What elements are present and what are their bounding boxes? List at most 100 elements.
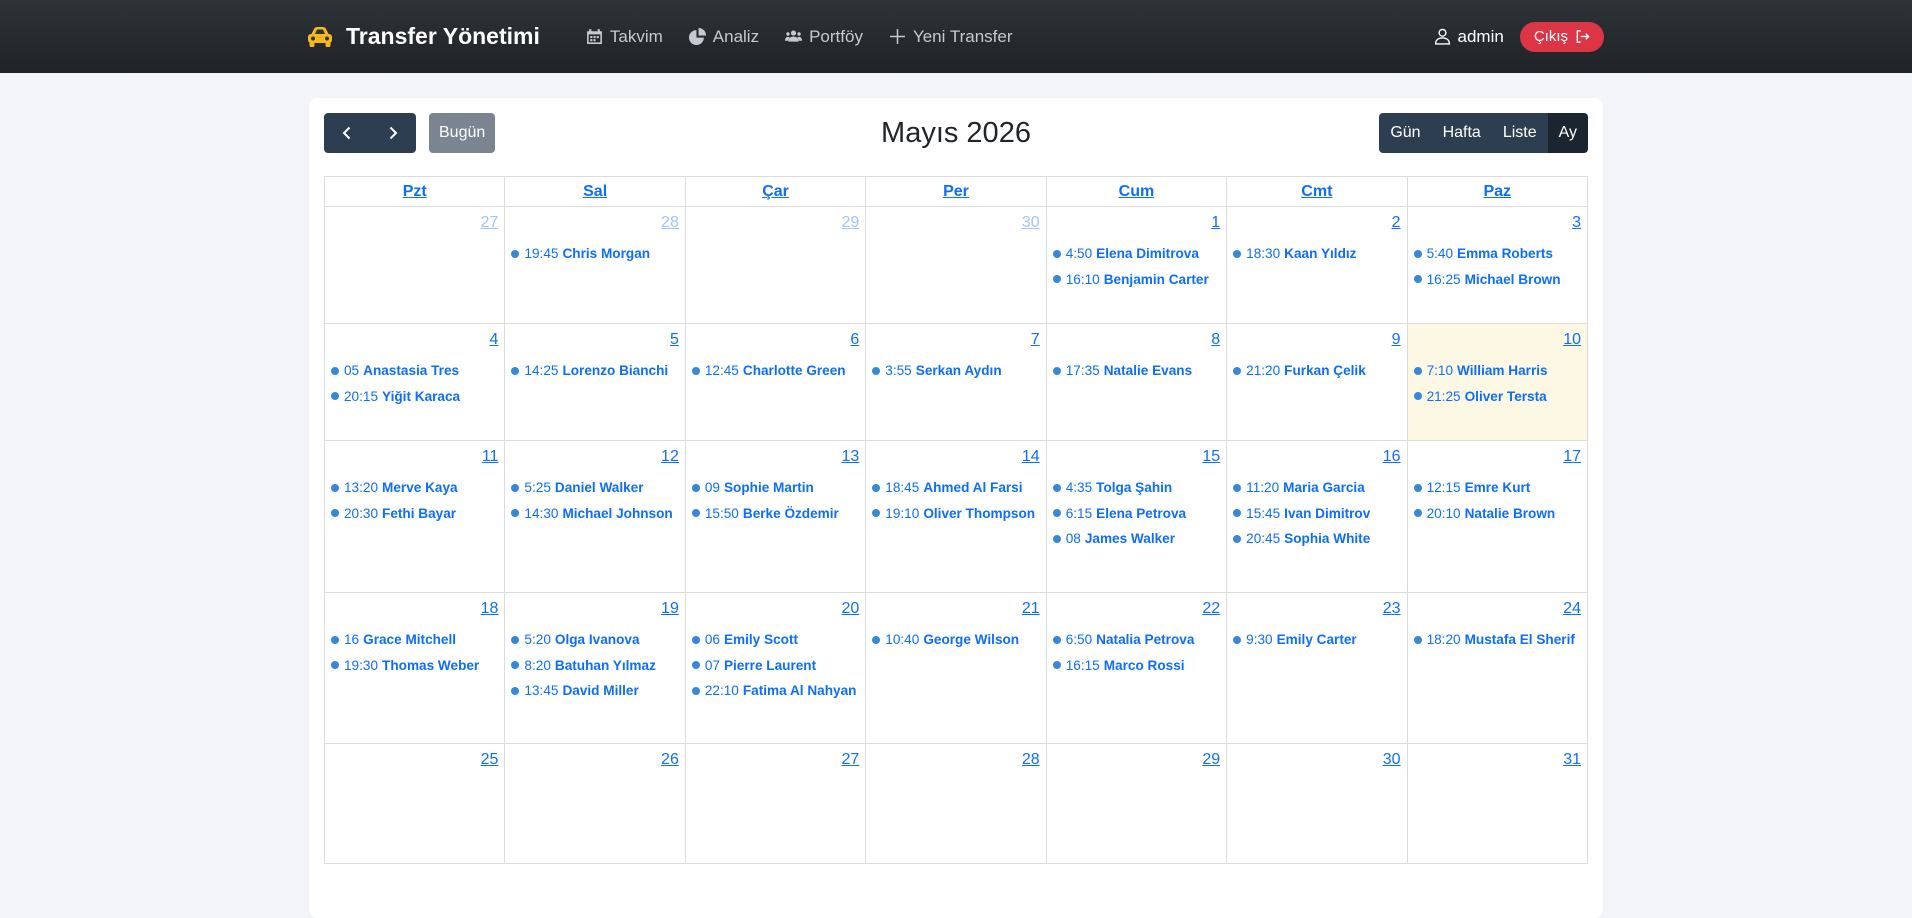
day-number[interactable]: 22 [1202, 600, 1220, 618]
day-cell[interactable]: 17 12:15 Emre Kurt 20:10 Natalie Brown [1407, 441, 1588, 593]
calendar-event[interactable]: 4:50 Elena Dimitrova [1047, 241, 1226, 267]
day-number[interactable]: 10 [1563, 331, 1581, 349]
day-cell[interactable]: 21 10:40 George Wilson [866, 593, 1047, 744]
day-cell[interactable]: 25 [325, 744, 506, 864]
calendar-event[interactable]: 21:20 Furkan Çelik [1227, 358, 1406, 384]
day-cell[interactable]: 14 18:45 Ahmed Al Farsi 19:10 Oliver Thompso… [866, 441, 1047, 593]
day-number[interactable]: 31 [1563, 751, 1581, 769]
day-cell[interactable]: 12 5:25 Daniel Walker 14:30 Michael Johnson [505, 441, 686, 593]
day-number[interactable]: 26 [661, 751, 679, 769]
weekday-header-cell[interactable]: Pzt [325, 177, 506, 207]
calendar-event[interactable]: 19:30 Thomas Weber [325, 653, 504, 679]
calendar-event[interactable]: 6:50 Natalia Petrova [1047, 627, 1226, 653]
day-cell[interactable]: 3 5:40 Emma Roberts 16:25 Michael Brown [1407, 207, 1588, 324]
day-cell[interactable]: 1 4:50 Elena Dimitrova 16:10 Benjamin Carter [1046, 207, 1228, 324]
calendar-event[interactable]: 16:25 Michael Brown [1408, 267, 1587, 293]
day-number[interactable]: 1 [1211, 214, 1220, 232]
calendar-event[interactable]: 12:15 Emre Kurt [1408, 475, 1587, 501]
calendar-event[interactable]: 16 Grace Mitchell [325, 627, 504, 653]
day-cell[interactable]: 7 3:55 Serkan Aydın [866, 324, 1047, 441]
brand[interactable]: Transfer Yönetimi [306, 23, 540, 50]
day-cell[interactable]: 19 5:20 Olga Ivanova 8:20 Batuhan Yılmaz 13:4… [505, 593, 686, 744]
day-number[interactable]: 25 [481, 751, 499, 769]
weekday-header-cell[interactable]: Per [866, 177, 1047, 207]
calendar-event[interactable]: 21:25 Oliver Tersta [1408, 384, 1587, 410]
day-number[interactable]: 6 [850, 331, 859, 349]
day-cell[interactable]: 27 [685, 744, 867, 864]
calendar-event[interactable]: 11:20 Maria Garcia [1227, 475, 1406, 501]
calendar-event[interactable]: 19:45 Chris Morgan [505, 241, 684, 267]
weekday-header-cell[interactable]: Cum [1046, 177, 1228, 207]
day-cell[interactable]: 20 06 Emily Scott 07 Pierre Laurent 22:10 Fati… [685, 593, 867, 744]
calendar-event[interactable]: 20:45 Sophia White [1227, 526, 1406, 552]
day-number[interactable]: 19 [661, 600, 679, 618]
calendar-event[interactable]: 4:35 Tolga Şahin [1047, 475, 1226, 501]
day-cell[interactable]: 30 [866, 207, 1047, 324]
day-cell[interactable]: 29 [1046, 744, 1228, 864]
calendar-event[interactable]: 19:10 Oliver Thompson [866, 501, 1045, 527]
calendar-event[interactable]: 17:35 Natalie Evans [1047, 358, 1226, 384]
day-number[interactable]: 27 [481, 214, 499, 232]
calendar-event[interactable]: 07 Pierre Laurent [686, 653, 865, 679]
calendar-event[interactable]: 09 Sophie Martin [686, 475, 865, 501]
day-cell[interactable]: 28 19:45 Chris Morgan [505, 207, 686, 324]
calendar-event[interactable]: 20:30 Fethi Bayar [325, 501, 504, 527]
day-number[interactable]: 4 [490, 331, 499, 349]
nav-link-analiz[interactable]: Analiz [688, 27, 759, 47]
day-number[interactable]: 18 [481, 600, 499, 618]
day-cell[interactable]: 26 [505, 744, 686, 864]
nav-link-portfoy[interactable]: Portföy [785, 27, 863, 47]
day-number[interactable]: 16 [1383, 448, 1401, 466]
day-number[interactable]: 2 [1392, 214, 1401, 232]
day-number[interactable]: 30 [1383, 751, 1401, 769]
view-button-gün[interactable]: Gün [1379, 113, 1432, 153]
calendar-event[interactable]: 14:30 Michael Johnson [505, 501, 684, 527]
calendar-event[interactable]: 14:25 Lorenzo Bianchi [505, 358, 684, 384]
calendar-event[interactable]: 5:40 Emma Roberts [1408, 241, 1587, 267]
day-number[interactable]: 28 [1022, 751, 1040, 769]
day-number[interactable]: 8 [1211, 331, 1220, 349]
weekday-header-cell[interactable]: Çar [685, 177, 867, 207]
calendar-event[interactable]: 10:40 George Wilson [866, 627, 1045, 653]
calendar-event[interactable]: 15:45 Ivan Dimitrov [1227, 501, 1406, 527]
view-button-ay[interactable]: Ay [1547, 113, 1588, 153]
weekday-header-cell[interactable]: Sal [505, 177, 686, 207]
day-cell-today[interactable]: 10 7:10 William Harris 21:25 Oliver Tersta [1407, 324, 1588, 441]
day-number[interactable]: 15 [1202, 448, 1220, 466]
logout-button[interactable]: Çıkış [1519, 21, 1604, 52]
calendar-event[interactable]: 13:20 Merve Kaya [325, 475, 504, 501]
day-cell[interactable]: 11 13:20 Merve Kaya 20:30 Fethi Bayar [325, 441, 506, 593]
day-number[interactable]: 11 [482, 448, 499, 466]
user-menu[interactable]: admin [1434, 27, 1504, 47]
calendar-event[interactable]: 18:20 Mustafa El Sherif [1408, 627, 1587, 653]
day-number[interactable]: 21 [1022, 600, 1040, 618]
day-cell[interactable]: 8 17:35 Natalie Evans [1046, 324, 1228, 441]
nav-link-yeni-transfer[interactable]: Yeni Transfer [889, 27, 1013, 47]
calendar-event[interactable]: 08 James Walker [1047, 526, 1226, 552]
day-number[interactable]: 20 [841, 600, 859, 618]
day-cell[interactable]: 18 16 Grace Mitchell 19:30 Thomas Weber [325, 593, 506, 744]
calendar-event[interactable]: 13:45 David Miller [505, 678, 684, 704]
day-number[interactable]: 12 [661, 448, 679, 466]
day-cell[interactable]: 6 12:45 Charlotte Green [685, 324, 867, 441]
calendar-event[interactable]: 5:25 Daniel Walker [505, 475, 684, 501]
calendar-event[interactable]: 12:45 Charlotte Green [686, 358, 865, 384]
day-cell[interactable]: 4 05 Anastasia Tres 20:15 Yiğit Karaca [325, 324, 506, 441]
calendar-event[interactable]: 9:30 Emily Carter [1227, 627, 1406, 653]
day-cell[interactable]: 2 18:30 Kaan Yıldız [1227, 207, 1408, 324]
day-number[interactable]: 23 [1383, 600, 1401, 618]
day-cell[interactable]: 29 [685, 207, 867, 324]
calendar-event[interactable]: 20:15 Yiğit Karaca [325, 384, 504, 410]
day-number[interactable]: 17 [1563, 448, 1581, 466]
calendar-event[interactable]: 16:10 Benjamin Carter [1047, 267, 1226, 293]
day-number[interactable]: 13 [841, 448, 859, 466]
day-cell[interactable]: 28 [866, 744, 1047, 864]
day-cell[interactable]: 5 14:25 Lorenzo Bianchi [505, 324, 686, 441]
calendar-event[interactable]: 06 Emily Scott [686, 627, 865, 653]
day-number[interactable]: 7 [1031, 331, 1040, 349]
weekday-header-cell[interactable]: Cmt [1227, 177, 1408, 207]
day-number[interactable]: 27 [841, 751, 859, 769]
weekday-header-cell[interactable]: Paz [1407, 177, 1588, 207]
day-cell[interactable]: 24 18:20 Mustafa El Sherif [1407, 593, 1588, 744]
calendar-event[interactable]: 7:10 William Harris [1408, 358, 1587, 384]
